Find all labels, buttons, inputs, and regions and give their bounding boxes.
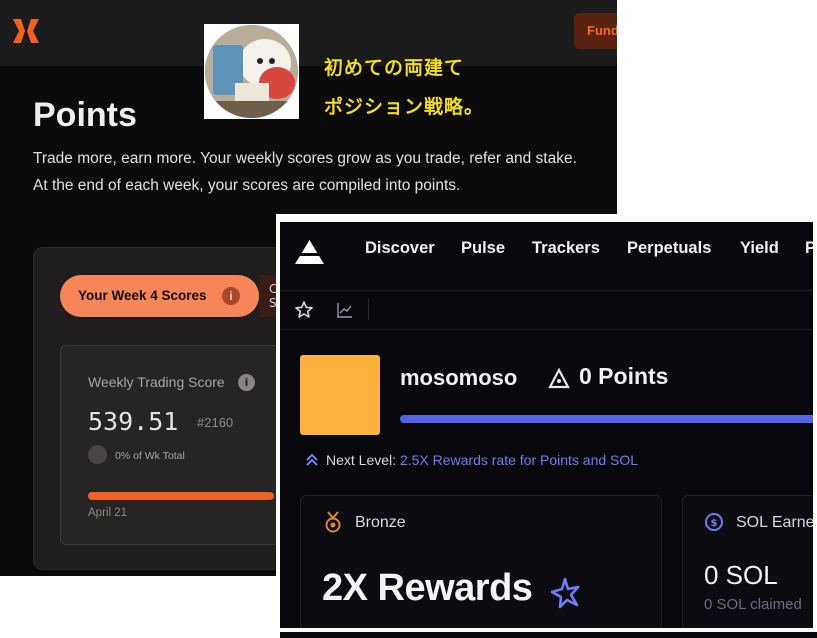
level-progress-bar [400,415,813,423]
page-description-line1: Trade more, earn more. Your weekly score… [33,150,577,167]
score-progress-fill [88,492,274,500]
plush-toy-illustration [205,25,298,118]
app-logo-icon[interactable] [293,238,326,266]
nav-more[interactable]: P [805,239,813,258]
svg-text:$: $ [711,518,718,529]
score-label: Weekly Trading Score [88,374,225,390]
rewards-multiplier: 2X Rewards [322,567,533,609]
page-description-line2: At the end of each week, your scores are… [33,177,461,194]
next-level-text: Next Level: 2.5X Rewards rate for Points… [326,452,638,468]
toolbar [280,290,813,330]
nav-yield[interactable]: Yield [740,239,779,258]
medal-icon [325,511,341,533]
fund-button[interactable]: Fund [574,13,617,49]
next-level-prefix: Next Level: [326,452,397,468]
caption-line1: 初めての両建て [324,57,465,79]
points-total: 0 Points [579,363,669,389]
sparkle-star-icon [550,577,580,609]
plush-toy-photo [205,25,298,118]
panel-bottom-strip [280,632,817,638]
score-rank: #2160 [197,415,234,430]
info-icon[interactable]: i [222,287,240,305]
sol-earned-value: 0 SOL [704,560,778,590]
app-logo-icon[interactable] [11,17,41,45]
toolbar-divider [368,298,369,320]
rewards-app-panel: Discover Pulse Trackers Perpetuals Yield… [276,214,817,638]
collage-canvas: Fund Points Trade more, earn more. Your … [0,0,817,638]
page-title: Points [33,96,137,134]
tier-label: Bronze [355,514,406,531]
progress-date: April 21 [88,507,127,519]
rewards-app-window: Discover Pulse Trackers Perpetuals Yield… [280,222,813,628]
score-value: 539.51 [88,407,179,436]
sol-coin-icon: $ [705,513,723,531]
username: mosomoso [400,365,518,390]
points-logo-icon [548,368,570,389]
tab-week-scores-label: Your Week 4 Scores [78,288,207,303]
next-level-value[interactable]: 2.5X Rewards rate for Points and SOL [400,452,638,468]
share-of-total: 0% of Wk Total [115,450,185,462]
nav-trackers[interactable]: Trackers [532,239,600,258]
avatar [300,355,380,435]
chevrons-up-icon [306,453,318,466]
sol-claimed-text: 0 SOL claimed [704,596,802,613]
top-bar [0,0,617,66]
sol-earned-label: SOL Earned [736,514,813,531]
nav-discover[interactable]: Discover [365,239,435,258]
chart-icon[interactable] [336,301,354,319]
nav-perpetuals[interactable]: Perpetuals [627,239,711,258]
caption-line2: ポジション戦略。 [324,96,485,118]
share-pie-icon [88,445,107,464]
info-icon[interactable]: i [238,374,255,391]
nav-pulse[interactable]: Pulse [461,239,505,258]
star-icon[interactable] [294,300,314,320]
tab-week-scores[interactable]: Your Week 4 Scores i [60,275,259,317]
